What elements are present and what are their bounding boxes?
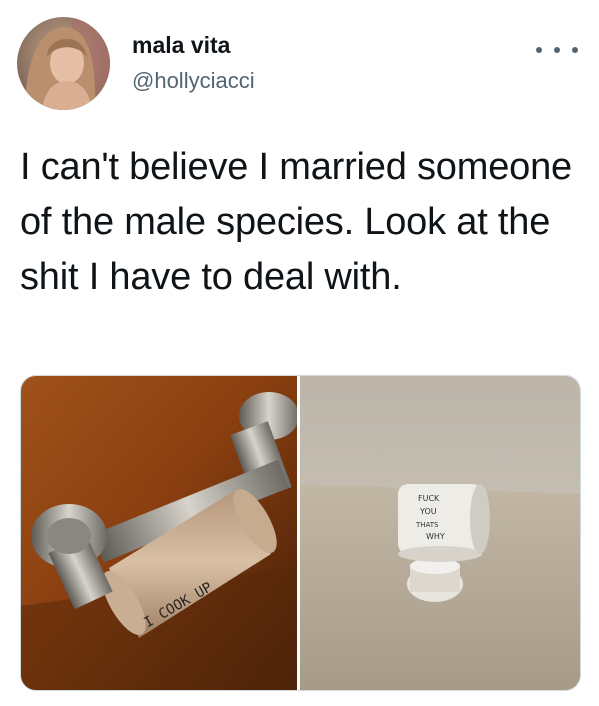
roll-writing-3: THATS bbox=[415, 521, 439, 529]
display-name[interactable]: mala vita bbox=[132, 32, 230, 59]
tweet-text: I can't believe I married someone of the… bbox=[20, 146, 572, 298]
tweet-media[interactable]: I COOK UP FUCK YOU THATS WHY bbox=[20, 375, 581, 691]
roll-writing-1: FUCK bbox=[418, 494, 440, 503]
more-options-button[interactable] bbox=[536, 40, 578, 60]
more-horizontal-icon-dot bbox=[554, 47, 560, 53]
more-horizontal-icon-dot bbox=[572, 47, 578, 53]
avatar-image bbox=[17, 17, 110, 110]
avatar[interactable] bbox=[17, 17, 110, 110]
tweet: mala vita @hollyciacci I can't believe I… bbox=[0, 0, 599, 706]
more-horizontal-icon bbox=[536, 47, 542, 53]
photo-toilet-paper-holder[interactable]: I COOK UP bbox=[21, 376, 297, 690]
photo-ceiling-roll[interactable]: FUCK YOU THATS WHY bbox=[300, 376, 580, 690]
roll-writing-4: WHY bbox=[426, 532, 445, 541]
user-handle[interactable]: @hollyciacci bbox=[132, 68, 255, 94]
roll-writing-2: YOU bbox=[419, 507, 437, 516]
